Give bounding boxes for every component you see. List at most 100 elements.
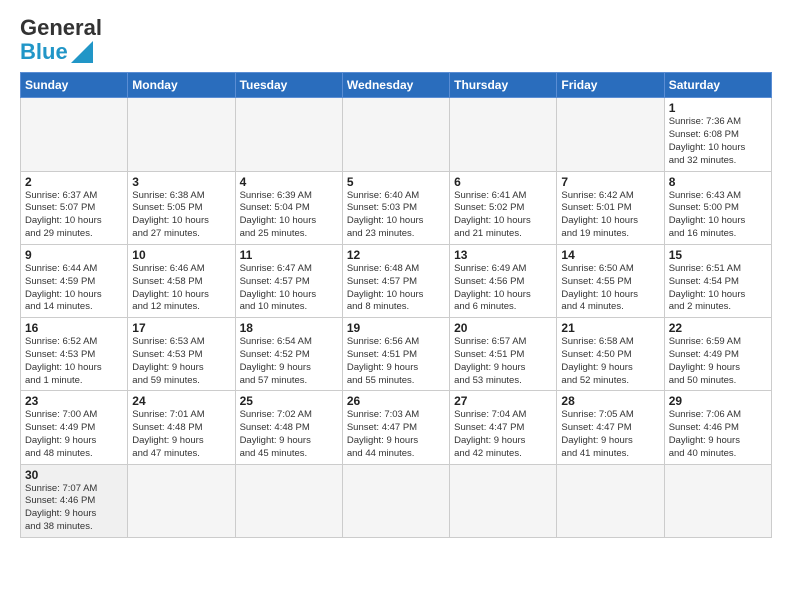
- day-info: Sunrise: 7:06 AM Sunset: 4:46 PM Dayligh…: [669, 409, 767, 460]
- calendar-day-cell: [342, 464, 449, 537]
- day-info: Sunrise: 6:56 AM Sunset: 4:51 PM Dayligh…: [347, 336, 445, 387]
- calendar-day-cell: 10Sunrise: 6:46 AM Sunset: 4:58 PM Dayli…: [128, 244, 235, 317]
- calendar-day-cell: 14Sunrise: 6:50 AM Sunset: 4:55 PM Dayli…: [557, 244, 664, 317]
- calendar-day-cell: 18Sunrise: 6:54 AM Sunset: 4:52 PM Dayli…: [235, 318, 342, 391]
- calendar-day-cell: 2Sunrise: 6:37 AM Sunset: 5:07 PM Daylig…: [21, 171, 128, 244]
- calendar-day-cell: 25Sunrise: 7:02 AM Sunset: 4:48 PM Dayli…: [235, 391, 342, 464]
- day-number: 8: [669, 175, 767, 189]
- calendar-day-cell: 26Sunrise: 7:03 AM Sunset: 4:47 PM Dayli…: [342, 391, 449, 464]
- day-info: Sunrise: 7:02 AM Sunset: 4:48 PM Dayligh…: [240, 409, 338, 460]
- day-info: Sunrise: 6:37 AM Sunset: 5:07 PM Dayligh…: [25, 190, 123, 241]
- day-number: 10: [132, 248, 230, 262]
- day-number: 3: [132, 175, 230, 189]
- day-number: 1: [669, 101, 767, 115]
- day-info: Sunrise: 6:54 AM Sunset: 4:52 PM Dayligh…: [240, 336, 338, 387]
- day-info: Sunrise: 7:36 AM Sunset: 6:08 PM Dayligh…: [669, 116, 767, 167]
- calendar-day-cell: [450, 464, 557, 537]
- calendar-day-cell: 28Sunrise: 7:05 AM Sunset: 4:47 PM Dayli…: [557, 391, 664, 464]
- calendar-day-cell: 30Sunrise: 7:07 AM Sunset: 4:46 PM Dayli…: [21, 464, 128, 537]
- day-number: 15: [669, 248, 767, 262]
- calendar-day-cell: [557, 464, 664, 537]
- col-thursday: Thursday: [450, 73, 557, 98]
- calendar-day-cell: [450, 98, 557, 171]
- day-info: Sunrise: 6:41 AM Sunset: 5:02 PM Dayligh…: [454, 190, 552, 241]
- day-info: Sunrise: 6:50 AM Sunset: 4:55 PM Dayligh…: [561, 263, 659, 314]
- calendar-week-row: 1Sunrise: 7:36 AM Sunset: 6:08 PM Daylig…: [21, 98, 772, 171]
- day-info: Sunrise: 6:49 AM Sunset: 4:56 PM Dayligh…: [454, 263, 552, 314]
- day-info: Sunrise: 6:59 AM Sunset: 4:49 PM Dayligh…: [669, 336, 767, 387]
- col-friday: Friday: [557, 73, 664, 98]
- day-number: 19: [347, 321, 445, 335]
- day-info: Sunrise: 6:44 AM Sunset: 4:59 PM Dayligh…: [25, 263, 123, 314]
- col-saturday: Saturday: [664, 73, 771, 98]
- day-number: 21: [561, 321, 659, 335]
- calendar-day-cell: [128, 98, 235, 171]
- day-number: 23: [25, 394, 123, 408]
- calendar-day-cell: 20Sunrise: 6:57 AM Sunset: 4:51 PM Dayli…: [450, 318, 557, 391]
- day-info: Sunrise: 7:07 AM Sunset: 4:46 PM Dayligh…: [25, 483, 123, 534]
- day-info: Sunrise: 6:46 AM Sunset: 4:58 PM Dayligh…: [132, 263, 230, 314]
- calendar-day-cell: 22Sunrise: 6:59 AM Sunset: 4:49 PM Dayli…: [664, 318, 771, 391]
- day-number: 26: [347, 394, 445, 408]
- calendar-day-cell: 12Sunrise: 6:48 AM Sunset: 4:57 PM Dayli…: [342, 244, 449, 317]
- calendar-day-cell: 17Sunrise: 6:53 AM Sunset: 4:53 PM Dayli…: [128, 318, 235, 391]
- day-number: 18: [240, 321, 338, 335]
- day-info: Sunrise: 6:51 AM Sunset: 4:54 PM Dayligh…: [669, 263, 767, 314]
- calendar-day-cell: [235, 98, 342, 171]
- calendar-day-cell: 21Sunrise: 6:58 AM Sunset: 4:50 PM Dayli…: [557, 318, 664, 391]
- calendar-day-cell: 27Sunrise: 7:04 AM Sunset: 4:47 PM Dayli…: [450, 391, 557, 464]
- day-number: 20: [454, 321, 552, 335]
- calendar-header: Sunday Monday Tuesday Wednesday Thursday…: [21, 73, 772, 98]
- calendar-day-cell: 1Sunrise: 7:36 AM Sunset: 6:08 PM Daylig…: [664, 98, 771, 171]
- day-number: 16: [25, 321, 123, 335]
- day-info: Sunrise: 7:04 AM Sunset: 4:47 PM Dayligh…: [454, 409, 552, 460]
- calendar-day-cell: 7Sunrise: 6:42 AM Sunset: 5:01 PM Daylig…: [557, 171, 664, 244]
- calendar-day-cell: [557, 98, 664, 171]
- calendar-day-cell: 16Sunrise: 6:52 AM Sunset: 4:53 PM Dayli…: [21, 318, 128, 391]
- day-info: Sunrise: 7:00 AM Sunset: 4:49 PM Dayligh…: [25, 409, 123, 460]
- col-sunday: Sunday: [21, 73, 128, 98]
- col-tuesday: Tuesday: [235, 73, 342, 98]
- logo-general-text: General: [20, 16, 102, 40]
- day-number: 2: [25, 175, 123, 189]
- day-number: 4: [240, 175, 338, 189]
- day-number: 6: [454, 175, 552, 189]
- day-info: Sunrise: 6:40 AM Sunset: 5:03 PM Dayligh…: [347, 190, 445, 241]
- calendar-week-row: 16Sunrise: 6:52 AM Sunset: 4:53 PM Dayli…: [21, 318, 772, 391]
- header: General Blue: [20, 16, 772, 64]
- day-info: Sunrise: 6:42 AM Sunset: 5:01 PM Dayligh…: [561, 190, 659, 241]
- calendar-day-cell: 3Sunrise: 6:38 AM Sunset: 5:05 PM Daylig…: [128, 171, 235, 244]
- day-info: Sunrise: 6:43 AM Sunset: 5:00 PM Dayligh…: [669, 190, 767, 241]
- day-info: Sunrise: 7:03 AM Sunset: 4:47 PM Dayligh…: [347, 409, 445, 460]
- header-row: Sunday Monday Tuesday Wednesday Thursday…: [21, 73, 772, 98]
- day-number: 28: [561, 394, 659, 408]
- day-info: Sunrise: 6:53 AM Sunset: 4:53 PM Dayligh…: [132, 336, 230, 387]
- calendar-day-cell: 4Sunrise: 6:39 AM Sunset: 5:04 PM Daylig…: [235, 171, 342, 244]
- page: General Blue Sunday Monday: [0, 0, 792, 612]
- calendar-day-cell: [235, 464, 342, 537]
- day-number: 7: [561, 175, 659, 189]
- calendar-week-row: 2Sunrise: 6:37 AM Sunset: 5:07 PM Daylig…: [21, 171, 772, 244]
- day-info: Sunrise: 6:48 AM Sunset: 4:57 PM Dayligh…: [347, 263, 445, 314]
- day-number: 12: [347, 248, 445, 262]
- day-number: 13: [454, 248, 552, 262]
- calendar-week-row: 9Sunrise: 6:44 AM Sunset: 4:59 PM Daylig…: [21, 244, 772, 317]
- logo-blue-text: Blue: [20, 40, 68, 64]
- calendar-day-cell: 19Sunrise: 6:56 AM Sunset: 4:51 PM Dayli…: [342, 318, 449, 391]
- calendar-day-cell: [342, 98, 449, 171]
- calendar-day-cell: 9Sunrise: 6:44 AM Sunset: 4:59 PM Daylig…: [21, 244, 128, 317]
- day-info: Sunrise: 6:52 AM Sunset: 4:53 PM Dayligh…: [25, 336, 123, 387]
- col-wednesday: Wednesday: [342, 73, 449, 98]
- logo-triangle-icon: [71, 41, 93, 63]
- day-number: 29: [669, 394, 767, 408]
- calendar-week-row: 30Sunrise: 7:07 AM Sunset: 4:46 PM Dayli…: [21, 464, 772, 537]
- day-info: Sunrise: 6:38 AM Sunset: 5:05 PM Dayligh…: [132, 190, 230, 241]
- day-number: 17: [132, 321, 230, 335]
- day-info: Sunrise: 7:01 AM Sunset: 4:48 PM Dayligh…: [132, 409, 230, 460]
- day-number: 25: [240, 394, 338, 408]
- day-number: 11: [240, 248, 338, 262]
- logo: General Blue: [20, 16, 102, 64]
- calendar-body: 1Sunrise: 7:36 AM Sunset: 6:08 PM Daylig…: [21, 98, 772, 538]
- calendar-day-cell: [21, 98, 128, 171]
- day-number: 22: [669, 321, 767, 335]
